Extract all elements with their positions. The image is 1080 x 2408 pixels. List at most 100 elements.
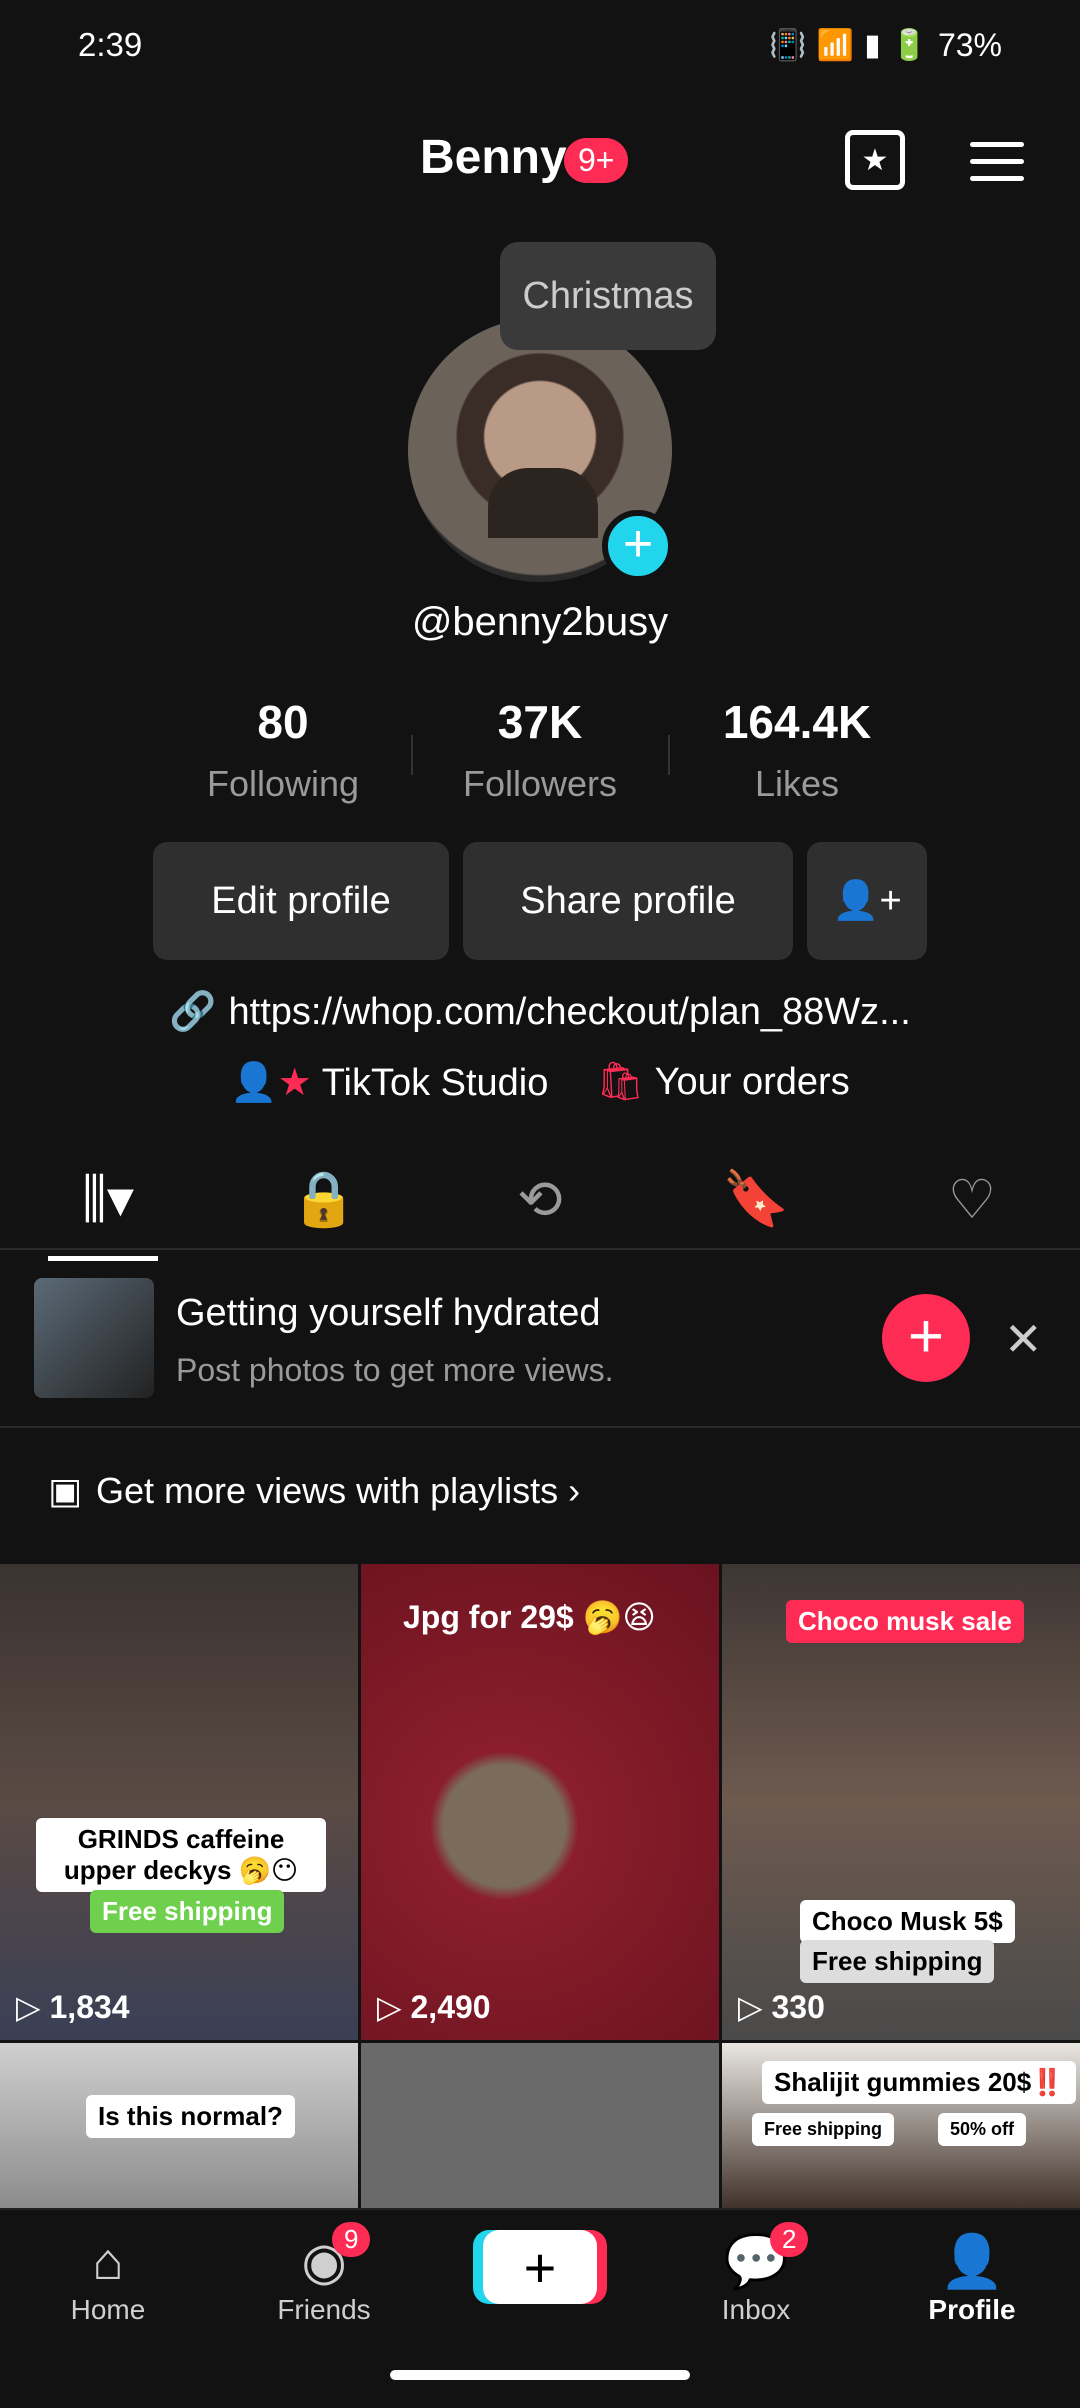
nav-friends[interactable]: ◉ 9 Friends: [244, 2222, 404, 2326]
video-tile[interactable]: Choco musk sale Choco Musk 5$ Free shipp…: [722, 1564, 1080, 2040]
link-icon: 🔗: [169, 991, 217, 1033]
battery-percent: 73%: [937, 26, 1002, 63]
edit-profile-button[interactable]: Edit profile: [153, 842, 449, 960]
add-story-button[interactable]: +: [602, 510, 674, 582]
video-caption-tag: Free shipping: [800, 1940, 995, 1983]
stat-value: 80: [257, 696, 309, 748]
account-badge: 9+: [564, 138, 629, 183]
video-caption-tag: Free shipping: [90, 1890, 285, 1933]
stat-value: 164.4K: [722, 696, 872, 748]
stat-label: Followers: [462, 763, 618, 804]
video-caption: Is this normal?: [86, 2095, 295, 2138]
tiktok-studio-link[interactable]: 👤★ TikTok Studio: [230, 1060, 548, 1105]
bookmark-hidden-icon: 🔖: [722, 1168, 790, 1229]
promo-card: Getting yourself hydrated Post photos to…: [0, 1252, 1080, 1428]
video-caption: Choco Musk 5$: [800, 1900, 1015, 1943]
wifi-icon: 📶: [816, 28, 855, 62]
inbox-icon: 💬: [723, 2233, 789, 2291]
video-caption-tag: Free shipping: [752, 2113, 895, 2146]
bottom-navigation: ⌂ Home ◉ 9 Friends + 💬 2 Inbox 👤 Profile: [0, 2208, 1080, 2343]
person-add-icon: 👤+: [832, 880, 902, 922]
your-orders-link[interactable]: 🛍 Your orders: [596, 1060, 849, 1105]
view-count: ▷ 330: [738, 1989, 825, 2025]
profile-actions: Edit profile Share profile 👤+: [153, 842, 927, 960]
view-count: ▷ 2,490: [377, 1989, 491, 2025]
status-tooltip[interactable]: Christmas: [500, 242, 716, 350]
close-icon[interactable]: ✕: [1004, 1312, 1043, 1366]
signal-icon: ▮: [864, 28, 881, 62]
nav-profile-label: Profile: [928, 2294, 1016, 2325]
video-caption: Choco musk sale: [786, 1600, 1024, 1643]
share-profile-button[interactable]: Share profile: [463, 842, 793, 960]
nav-inbox-label: Inbox: [721, 2294, 791, 2325]
inbox-badge: 2: [770, 2222, 809, 2257]
status-time: 2:39: [78, 26, 143, 63]
chevron-right-icon: ›: [568, 1470, 581, 1511]
view-count-value: 2,490: [410, 1989, 491, 2025]
lock-icon: 🔒: [290, 1168, 358, 1229]
nav-profile[interactable]: 👤 Profile: [892, 2230, 1052, 2326]
profile-header: Benny 9+ ★: [0, 120, 1080, 200]
profile-icon: 👤: [939, 2233, 1005, 2291]
add-friend-button[interactable]: 👤+: [807, 842, 927, 960]
promo-subtitle: Post photos to get more views.: [176, 1352, 614, 1388]
promo-add-button[interactable]: +: [882, 1294, 970, 1382]
create-plus-icon: +: [483, 2230, 597, 2304]
stat-followers[interactable]: 37K Followers: [413, 695, 668, 805]
home-indicator[interactable]: [390, 2370, 690, 2380]
nav-home[interactable]: ⌂ Home: [28, 2230, 188, 2326]
playlists-label: Get more views with playlists: [96, 1470, 559, 1511]
home-icon: ⌂: [92, 2233, 124, 2291]
video-caption: Shalijit gummies 20$‼️: [762, 2061, 1076, 2104]
playlist-icon: ▣: [48, 1470, 83, 1511]
tab-saved[interactable]: 🔖: [696, 1168, 816, 1231]
video-caption-tag: 50% off: [938, 2113, 1027, 2146]
bio-link-text: https://whop.com/checkout/plan_88Wz...: [228, 991, 911, 1033]
video-tile[interactable]: [361, 2043, 719, 2213]
view-count: ▷ 1,834: [16, 1989, 130, 2025]
stat-label: Following: [206, 763, 360, 804]
promo-thumbnail: [34, 1278, 154, 1398]
friends-badge: 9: [332, 2222, 371, 2257]
video-tile[interactable]: Jpg for 29$ 🥱😫 ▷ 2,490: [361, 1564, 719, 2040]
grid-bars-icon: ⫼▾: [82, 1169, 134, 1229]
status-bar: 2:39 📳 📶 ▮ 🔋 73%: [0, 0, 1080, 90]
tab-reposts[interactable]: ⟲: [480, 1168, 600, 1231]
promo-title: Getting yourself hydrated: [176, 1292, 601, 1334]
bio-link[interactable]: 🔗 https://whop.com/checkout/plan_88Wz...: [0, 990, 1080, 1034]
profile-extras: 👤★ TikTok Studio 🛍 Your orders: [0, 1060, 1080, 1105]
status-icons: 📳 📶 ▮ 🔋 73%: [769, 27, 1002, 64]
shopping-bag-icon: 🛍: [596, 1061, 645, 1103]
studio-icon: 👤★: [230, 1062, 312, 1104]
stat-value: 37K: [497, 696, 583, 748]
tab-videos[interactable]: ⫼▾: [48, 1167, 168, 1261]
battery-icon: 🔋: [890, 28, 928, 62]
video-tile[interactable]: GRINDS caffeine upper deckys 🥱😶 Free shi…: [0, 1564, 358, 2040]
content-tabs: ⫼▾ 🔒 ⟲ 🔖 ♡: [0, 1150, 1080, 1261]
nav-create[interactable]: +: [460, 2230, 620, 2304]
nav-home-label: Home: [70, 2294, 146, 2325]
video-tile[interactable]: Shalijit gummies 20$‼️ Free shipping 50%…: [722, 2043, 1080, 2213]
video-grid: GRINDS caffeine upper deckys 🥱😶 Free shi…: [0, 1564, 1080, 2213]
heart-hidden-icon: ♡: [947, 1169, 997, 1230]
tab-liked[interactable]: ♡: [912, 1168, 1032, 1231]
stat-following[interactable]: 80 Following: [156, 695, 411, 805]
repost-icon: ⟲: [517, 1169, 563, 1230]
tab-private[interactable]: 🔒: [264, 1168, 384, 1231]
nav-friends-label: Friends: [277, 2294, 371, 2325]
playlists-prompt[interactable]: ▣ Get more views with playlists ›: [48, 1470, 580, 1512]
view-count-value: 1,834: [49, 1989, 130, 2025]
page-title[interactable]: Benny: [420, 130, 567, 185]
view-count-value: 330: [771, 1989, 825, 2025]
vibrate-icon: 📳: [769, 28, 807, 62]
nav-inbox[interactable]: 💬 2 Inbox: [676, 2222, 836, 2326]
video-tile[interactable]: Is this normal?: [0, 2043, 358, 2213]
your-orders-label: Your orders: [654, 1061, 850, 1103]
calendar-star-icon[interactable]: ★: [845, 130, 905, 190]
menu-icon[interactable]: [970, 142, 1024, 182]
stat-label: Likes: [754, 763, 840, 804]
stat-likes[interactable]: 164.4K Likes: [670, 695, 925, 805]
stats-row: 80 Following 37K Followers 164.4K Likes: [0, 695, 1080, 805]
username: @benny2busy: [411, 600, 669, 644]
friends-avatar-icon: ◉: [301, 2233, 347, 2291]
